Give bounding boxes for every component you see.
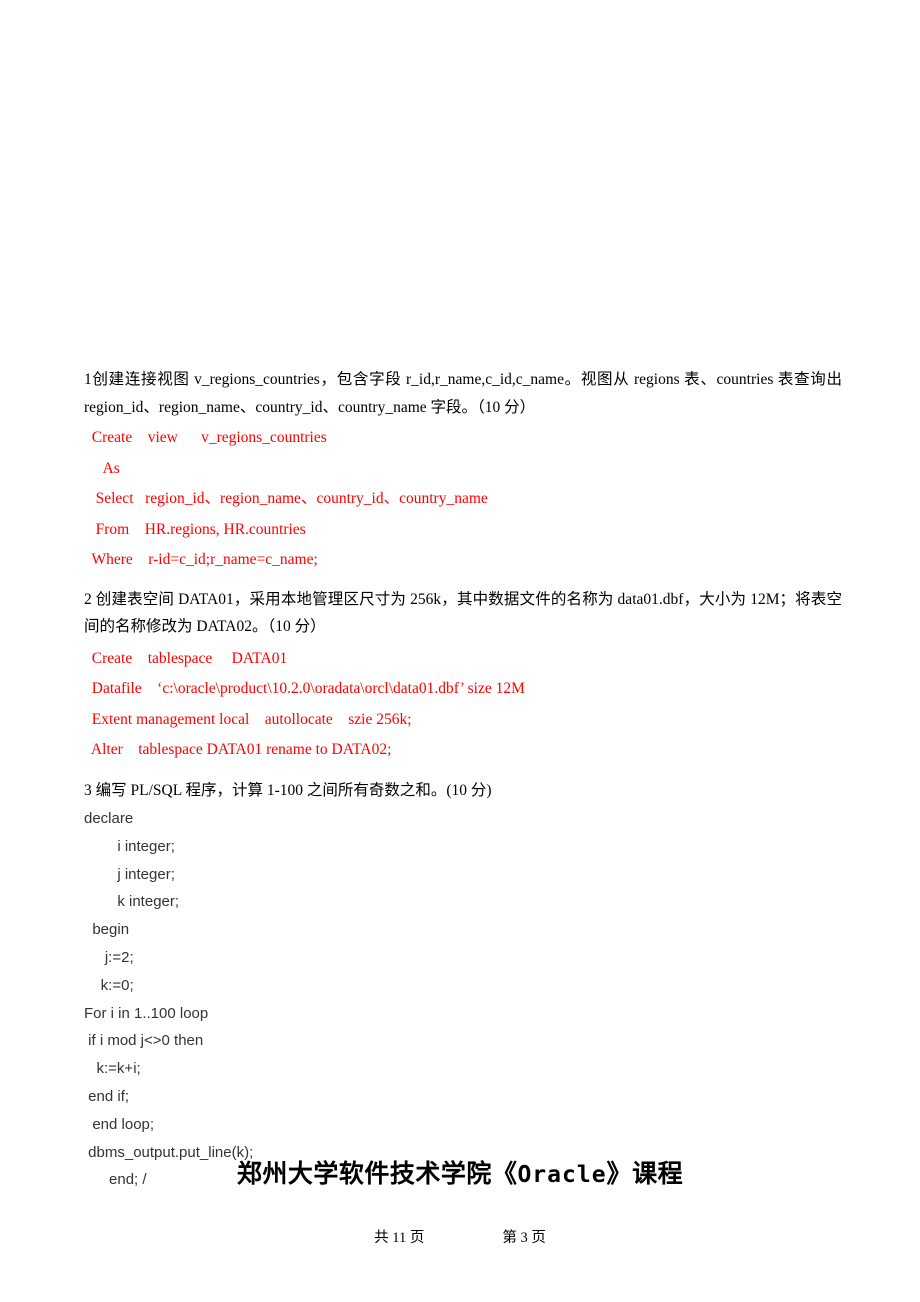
plsql-line: j integer; (84, 865, 175, 883)
question-1-answer: Create view v_regions_countries As Selec… (84, 423, 842, 576)
footer-current-page: 第 3 页 (502, 1230, 546, 1246)
plsql-line: j:=2; (84, 948, 134, 966)
question-3-answer: declare i integer; j integer; k integer;… (84, 805, 842, 1194)
page-top-blank-area (0, 0, 920, 365)
plsql-line: begin (84, 921, 130, 939)
plsql-line: declare (84, 810, 134, 827)
sql-line: Extent management local autollocate szie… (84, 710, 412, 728)
footer-total-pages: 共 11 页 (374, 1230, 425, 1246)
sql-line: Create view v_regions_countries (84, 429, 327, 446)
plsql-line: k integer; (84, 893, 180, 911)
document-page: 1创建连接视图 v_regions_countries，包含字段 r_id,r_… (0, 0, 920, 1302)
sql-line: Select region_id、region_name、country_id、… (84, 490, 488, 507)
plsql-line: i integer; (84, 837, 175, 855)
question-2-prompt: 2 创建表空间 DATA01，采用本地管理区尺寸为 256k，其中数据文件的名称… (84, 590, 842, 636)
document-content: 1创建连接视图 v_regions_countries，包含字段 r_id,r_… (84, 366, 842, 1194)
plsql-line: if i mod j<>0 then (84, 1032, 204, 1050)
course-title: 郑州大学软件技术学院《Oracle》课程 (0, 1156, 920, 1193)
sql-line: Create tablespace DATA01 (84, 649, 288, 667)
course-title-institution: 郑州大学软件技术学院 (236, 1160, 492, 1188)
course-title-bracket-close: 》 (606, 1160, 633, 1188)
plsql-line: For i in 1..100 loop (84, 1004, 209, 1022)
sql-line: Datafile ‘c:\oracle\product\10.2.0\orada… (84, 680, 525, 697)
plsql-line: k:=k+i; (84, 1060, 141, 1078)
sql-line: As (84, 459, 120, 477)
sql-line: Alter tablespace DATA01 rename to DATA02… (84, 741, 392, 758)
plsql-line: end loop; (84, 1115, 155, 1133)
page-footer: 共 11 页 第 3 页 (0, 1226, 920, 1247)
sql-line: Where r-id=c_id;r_name=c_name; (84, 551, 318, 568)
question-3-prompt: 3 编写 PL/SQL 程序，计算 1-100 之间所有奇数之和。(10 分) (84, 781, 492, 799)
sql-line: From HR.regions, HR.countries (84, 520, 306, 538)
course-title-bracket-open: 《 (491, 1160, 518, 1188)
plsql-line: end if; (84, 1087, 130, 1105)
question-1-prompt: 1创建连接视图 v_regions_countries，包含字段 r_id,r_… (84, 371, 842, 416)
plsql-line: k:=0; (84, 976, 134, 994)
question-2-answer: Create tablespace DATA01 Datafile ‘c:\or… (84, 644, 842, 766)
course-title-course-name: Oracle (517, 1162, 607, 1188)
course-title-suffix: 课程 (632, 1160, 684, 1188)
